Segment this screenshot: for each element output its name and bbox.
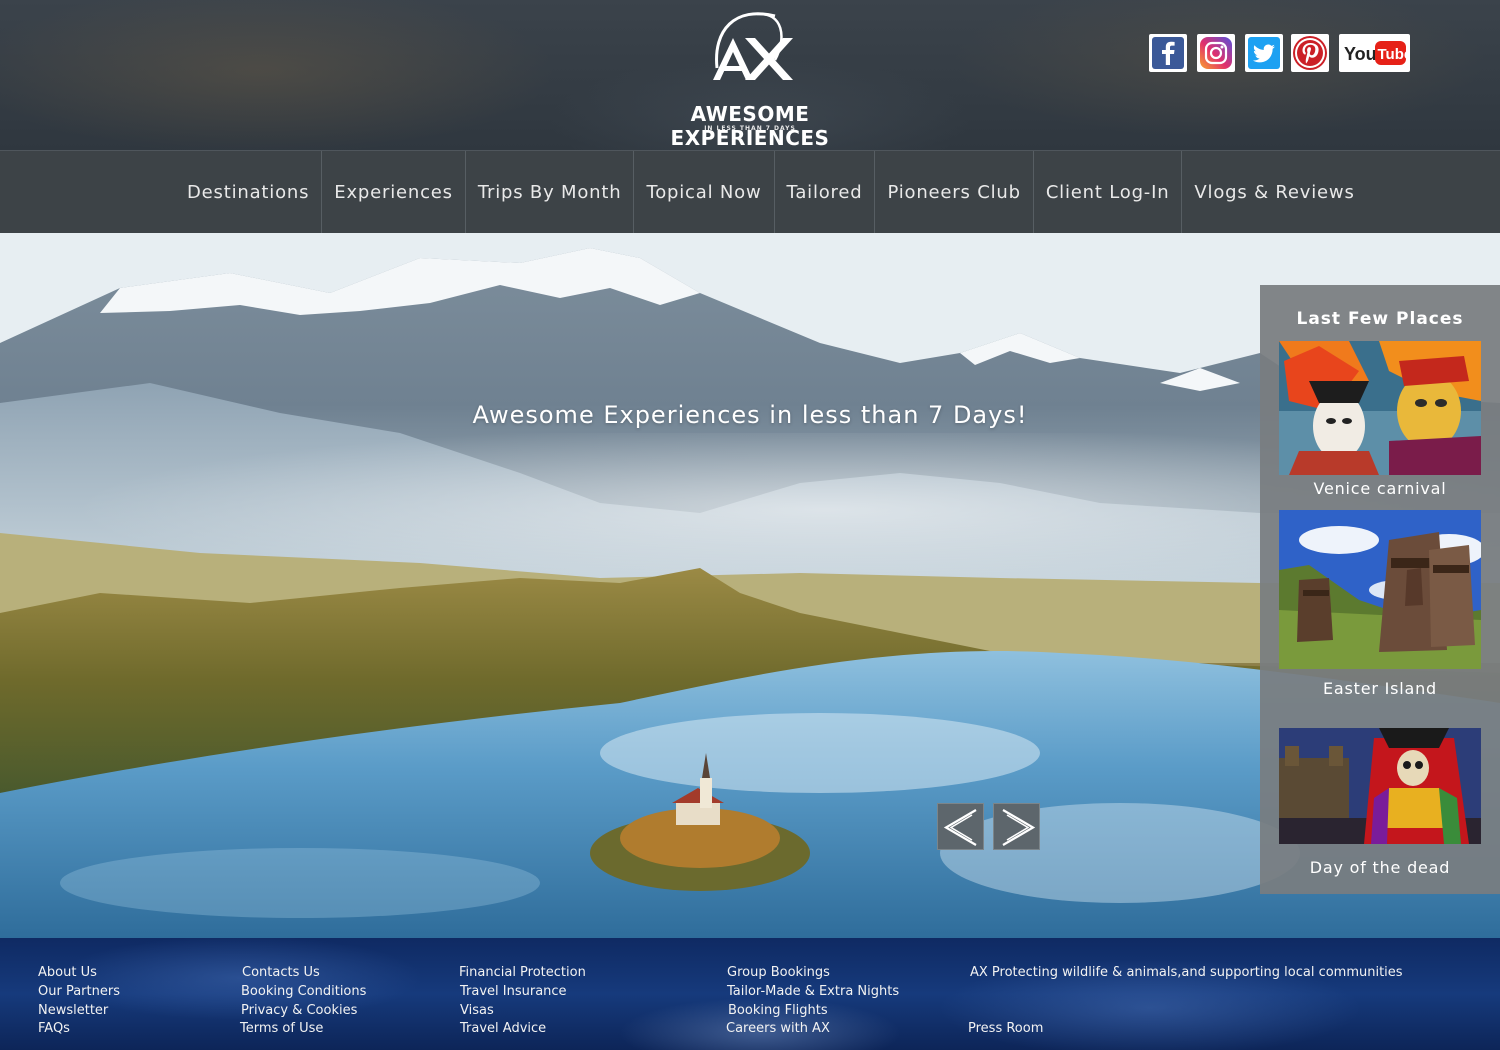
place-card-venice-carnival[interactable]: Venice carnival [1279, 341, 1481, 501]
site-header: AWESOME EXPERIENCES IN LESS THAN 7 DAYS [0, 0, 1500, 150]
footer-link-ax-protecting-wildlife[interactable]: AX Protecting wildlife & animals,and sup… [970, 965, 1403, 980]
footer-link-financial-protection[interactable]: Financial Protection [459, 965, 586, 980]
place-card-day-of-the-dead[interactable]: Day of the dead [1279, 728, 1481, 888]
nav-item-trips-by-month[interactable]: Trips By Month [466, 151, 635, 234]
footer-link-about-us[interactable]: About Us [38, 965, 97, 980]
youtube-icon[interactable]: You Tube [1339, 34, 1410, 72]
instagram-icon[interactable] [1197, 34, 1235, 72]
footer-link-newsletter[interactable]: Newsletter [38, 1003, 108, 1018]
twitter-icon[interactable] [1245, 34, 1283, 72]
site-footer: About Us Our Partners Newsletter FAQs Co… [0, 938, 1500, 1050]
logo-monogram-icon [713, 12, 793, 80]
footer-link-tailor-made[interactable]: Tailor-Made & Extra Nights [727, 984, 899, 999]
footer-link-careers[interactable]: Careers with AX [726, 1021, 830, 1036]
footer-link-terms-of-use[interactable]: Terms of Use [240, 1021, 323, 1036]
svg-text:You: You [1344, 44, 1377, 64]
place-caption: Venice carnival [1313, 479, 1447, 498]
nav-list: Destinations Experiences Trips By Month … [175, 151, 1367, 234]
place-caption: Easter Island [1322, 679, 1438, 698]
panel-title: Last Few Places [1296, 309, 1464, 329]
chevron-right-icon [1002, 809, 1036, 846]
nav-item-pioneers-club[interactable]: Pioneers Club [875, 151, 1034, 234]
footer-link-travel-advice[interactable]: Travel Advice [460, 1021, 546, 1036]
nav-item-vlogs-reviews[interactable]: Vlogs & Reviews [1182, 151, 1366, 234]
nav-item-destinations[interactable]: Destinations [175, 151, 323, 234]
pinterest-icon[interactable] [1291, 34, 1329, 72]
place-card-easter-island[interactable]: Easter Island [1279, 510, 1481, 700]
last-few-places-panel: Last Few Places Venice carnival Easter I… [1260, 285, 1500, 894]
footer-link-group-bookings[interactable]: Group Bookings [727, 965, 830, 980]
hero-headline: Awesome Experiences in less than 7 Days! [472, 401, 1028, 429]
facebook-icon[interactable] [1149, 34, 1187, 72]
footer-link-visas[interactable]: Visas [460, 1003, 494, 1018]
footer-link-contacts-us[interactable]: Contacts Us [242, 965, 320, 980]
chevron-left-icon [943, 809, 977, 846]
footer-link-travel-insurance[interactable]: Travel Insurance [460, 984, 567, 999]
nav-item-tailored[interactable]: Tailored [775, 151, 876, 234]
place-caption: Day of the dead [1309, 858, 1451, 877]
main-nav: Destinations Experiences Trips By Month … [0, 150, 1500, 234]
footer-link-privacy-cookies[interactable]: Privacy & Cookies [241, 1003, 357, 1018]
footer-link-booking-flights[interactable]: Booking Flights [728, 1003, 828, 1018]
svg-text:Tube: Tube [1378, 46, 1411, 63]
footer-link-press-room[interactable]: Press Room [968, 1021, 1043, 1036]
slider-next-button[interactable] [993, 803, 1040, 850]
footer-link-faqs[interactable]: FAQs [38, 1021, 70, 1036]
nav-item-experiences[interactable]: Experiences [322, 151, 466, 234]
place-thumbnail [1279, 728, 1481, 844]
site-logo[interactable]: AWESOME EXPERIENCES IN LESS THAN 7 DAYS [625, 8, 875, 150]
footer-link-our-partners[interactable]: Our Partners [38, 984, 120, 999]
footer-link-booking-conditions[interactable]: Booking Conditions [241, 984, 366, 999]
nav-item-client-login[interactable]: Client Log-In [1034, 151, 1183, 234]
logo-tagline: IN LESS THAN 7 DAYS [704, 125, 796, 132]
slider-prev-button[interactable] [937, 803, 984, 850]
place-thumbnail [1279, 510, 1481, 669]
nav-item-topical-now[interactable]: Topical Now [634, 151, 775, 234]
place-thumbnail [1279, 341, 1481, 475]
